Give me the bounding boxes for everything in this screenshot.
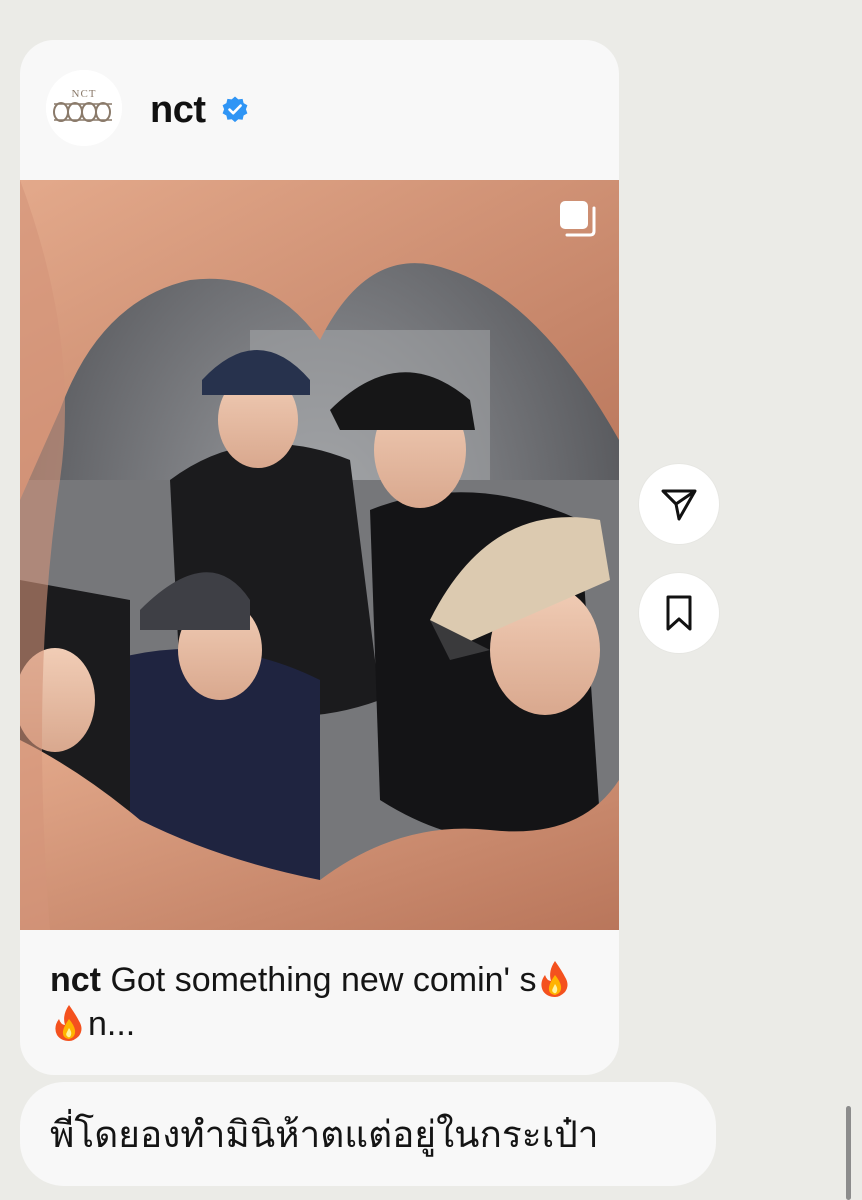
- svg-text:NCT: NCT: [72, 88, 97, 100]
- account-username[interactable]: nct: [150, 88, 206, 132]
- nct-logo-icon: NCT: [46, 70, 122, 146]
- message-bubble[interactable]: พี่โดยองทำมินิห้าตแต่อยู่ในกระเป๋า: [20, 1082, 716, 1186]
- caption-text-end: n...: [88, 1005, 136, 1043]
- post-photo[interactable]: [20, 180, 619, 930]
- paper-plane-icon: [661, 489, 697, 521]
- account-avatar[interactable]: NCT: [46, 70, 122, 146]
- post-header: NCT nct: [20, 40, 619, 180]
- shared-post-card[interactable]: NCT nct nct Got something new comin' sn.…: [20, 40, 619, 1075]
- verified-badge-icon: [222, 96, 248, 123]
- fire-emoji-icon: [55, 1005, 82, 1041]
- multiple-photos-icon: [560, 201, 596, 237]
- scrollbar[interactable]: [846, 1106, 851, 1200]
- fire-emoji-icon: [541, 961, 568, 997]
- save-button[interactable]: [639, 573, 719, 653]
- caption-username[interactable]: nct: [50, 961, 101, 999]
- caption-text-start: Got something new comin' s: [110, 961, 537, 999]
- message-text: พี่โดยองทำมินิห้าตแต่อยู่ในกระเป๋า: [50, 1114, 599, 1155]
- share-button[interactable]: [639, 464, 719, 544]
- bookmark-icon: [666, 595, 692, 631]
- post-caption: nct Got something new comin' s n...: [50, 958, 590, 1046]
- group-selfie-image: [20, 180, 619, 930]
